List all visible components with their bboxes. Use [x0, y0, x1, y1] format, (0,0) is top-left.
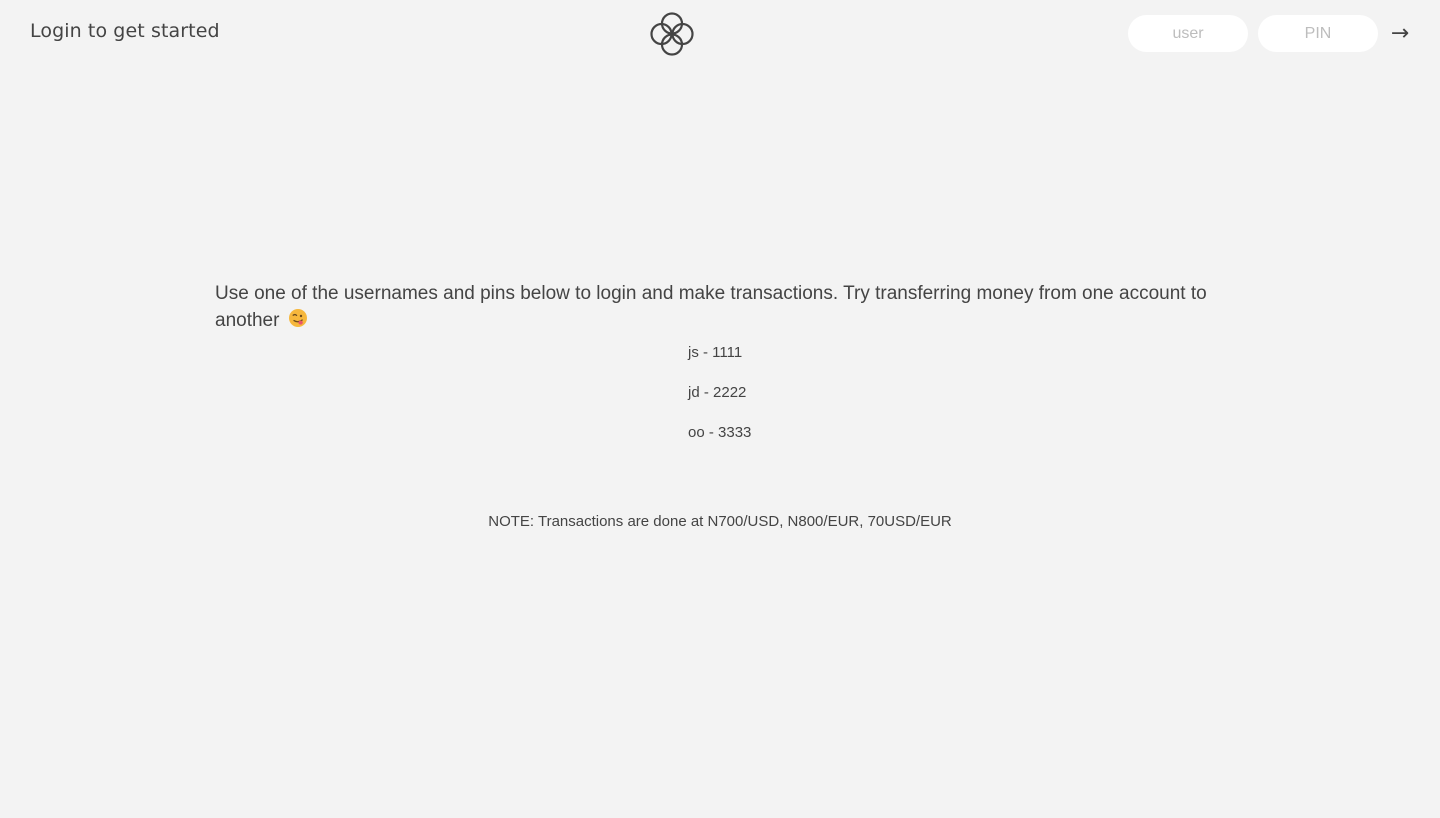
credential-item: jd - 2222 [688, 384, 747, 401]
intro-text: Use one of the usernames and pins below … [215, 280, 1225, 334]
top-nav: Login to get started → [0, 0, 1440, 68]
login-username-input[interactable] [1128, 15, 1248, 52]
welcome-message: Login to get started [30, 20, 220, 42]
bankist-logo-icon [650, 12, 694, 56]
login-button[interactable]: → [1388, 15, 1412, 52]
credentials-list: js - 1111 jd - 2222 oo - 3333 [688, 343, 751, 463]
exchange-rate-note: NOTE: Transactions are done at N700/USD,… [488, 513, 952, 530]
intro-text-body: Use one of the usernames and pins below … [215, 283, 1207, 331]
credential-item: oo - 3333 [688, 424, 752, 441]
login-form: → [1128, 15, 1412, 52]
face-with-tongue-emoji-icon [288, 309, 307, 327]
login-pin-input[interactable] [1258, 15, 1378, 52]
credential-item: js - 1111 [688, 344, 743, 361]
